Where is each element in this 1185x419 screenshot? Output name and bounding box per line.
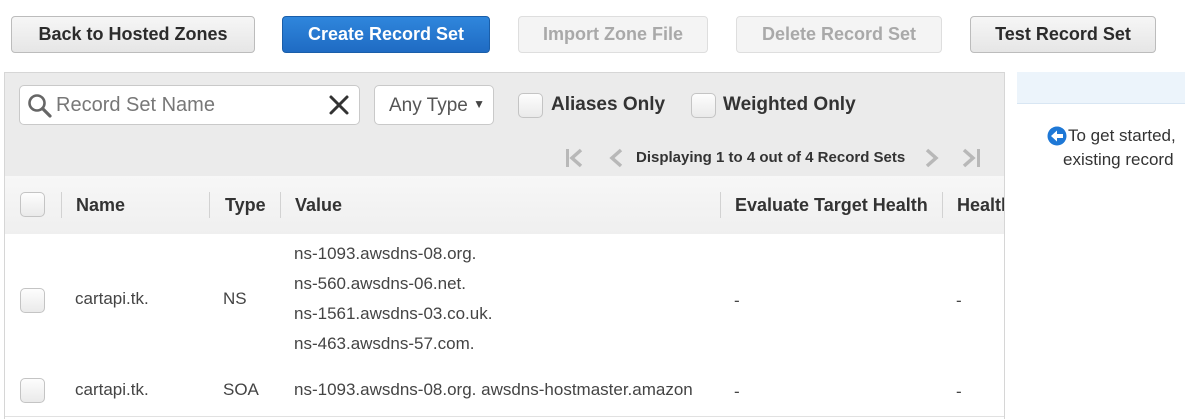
import-zone-file-button[interactable]: Import Zone File [518,16,708,53]
column-header-value[interactable]: Value [295,195,342,216]
previous-page-icon[interactable] [605,147,629,169]
select-all-checkbox[interactable] [20,192,45,217]
filter-bar: Any Type ▼ Aliases Only Weighted Only Di… [5,73,1004,177]
chevron-down-icon: ▼ [473,97,485,111]
row-checkbox[interactable] [20,378,45,403]
record-type: SOA [223,380,259,399]
pagination-status: Displaying 1 to 4 out of 4 Record Sets [636,149,906,166]
arrow-left-circle-icon [1047,126,1067,146]
record-value-line: ns-1093.awsdns-08.org. [294,244,477,263]
record-type: NS [223,289,247,308]
first-page-icon[interactable] [563,147,587,169]
column-divider [61,192,62,218]
search-icon [28,94,52,118]
weighted-only-label: Weighted Only [723,94,856,115]
next-page-icon[interactable] [919,147,943,169]
search-box[interactable] [19,85,360,125]
record-health: - [956,291,962,310]
table-header: Name Type Value Evaluate Target Health H… [5,176,1004,235]
record-value-line: ns-560.awsdns-06.net. [294,274,466,293]
column-header-health[interactable]: Health [957,195,1004,216]
column-header-type[interactable]: Type [225,195,266,216]
record-name: cartapi.tk. [75,289,149,308]
record-health: - [956,382,962,401]
column-divider [209,192,210,218]
side-panel-text: To get started, [1068,126,1176,145]
column-header-name[interactable]: Name [76,195,125,216]
back-to-hosted-zones-button[interactable]: Back to Hosted Zones [11,16,255,53]
clear-search-icon[interactable] [328,94,350,116]
record-value-line: ns-1561.awsdns-03.co.uk. [294,304,493,323]
side-panel-text: existing record [1063,150,1174,169]
record-value-line: ns-1093.awsdns-08.org. awsdns-hostmaster… [294,380,693,399]
column-divider [942,192,943,218]
record-set-name-search-input[interactable] [56,86,316,124]
record-value-line: ns-463.awsdns-57.com. [294,334,475,353]
table-row[interactable]: cartapi.tk. SOA ns-1093.awsdns-08.org. a… [5,366,1004,417]
record-name: cartapi.tk. [75,380,149,399]
test-record-set-button[interactable]: Test Record Set [970,16,1156,53]
weighted-only-checkbox[interactable] [691,93,716,118]
row-checkbox[interactable] [20,288,45,313]
table-row[interactable]: cartapi.tk. NS ns-1093.awsdns-08.org. ns… [5,234,1004,367]
aliases-only-label: Aliases Only [551,94,666,115]
record-evaluate-target-health: - [734,291,740,310]
toolbar: Back to Hosted Zones Create Record Set I… [0,0,1185,72]
side-panel-header [1017,72,1185,104]
last-page-icon[interactable] [959,147,983,169]
record-type-value: Any Type [389,95,468,116]
record-sets-panel: Any Type ▼ Aliases Only Weighted Only Di… [4,72,1005,419]
column-divider [280,192,281,218]
record-type-select[interactable]: Any Type ▼ [374,85,494,125]
aliases-only-checkbox[interactable] [518,93,543,118]
column-divider [720,192,721,218]
create-record-set-button[interactable]: Create Record Set [282,16,490,53]
side-help-panel: To get started, existing record [1017,72,1185,419]
delete-record-set-button[interactable]: Delete Record Set [736,16,942,53]
record-evaluate-target-health: - [734,382,740,401]
column-header-evaluate-target-health[interactable]: Evaluate Target Health [735,195,928,216]
